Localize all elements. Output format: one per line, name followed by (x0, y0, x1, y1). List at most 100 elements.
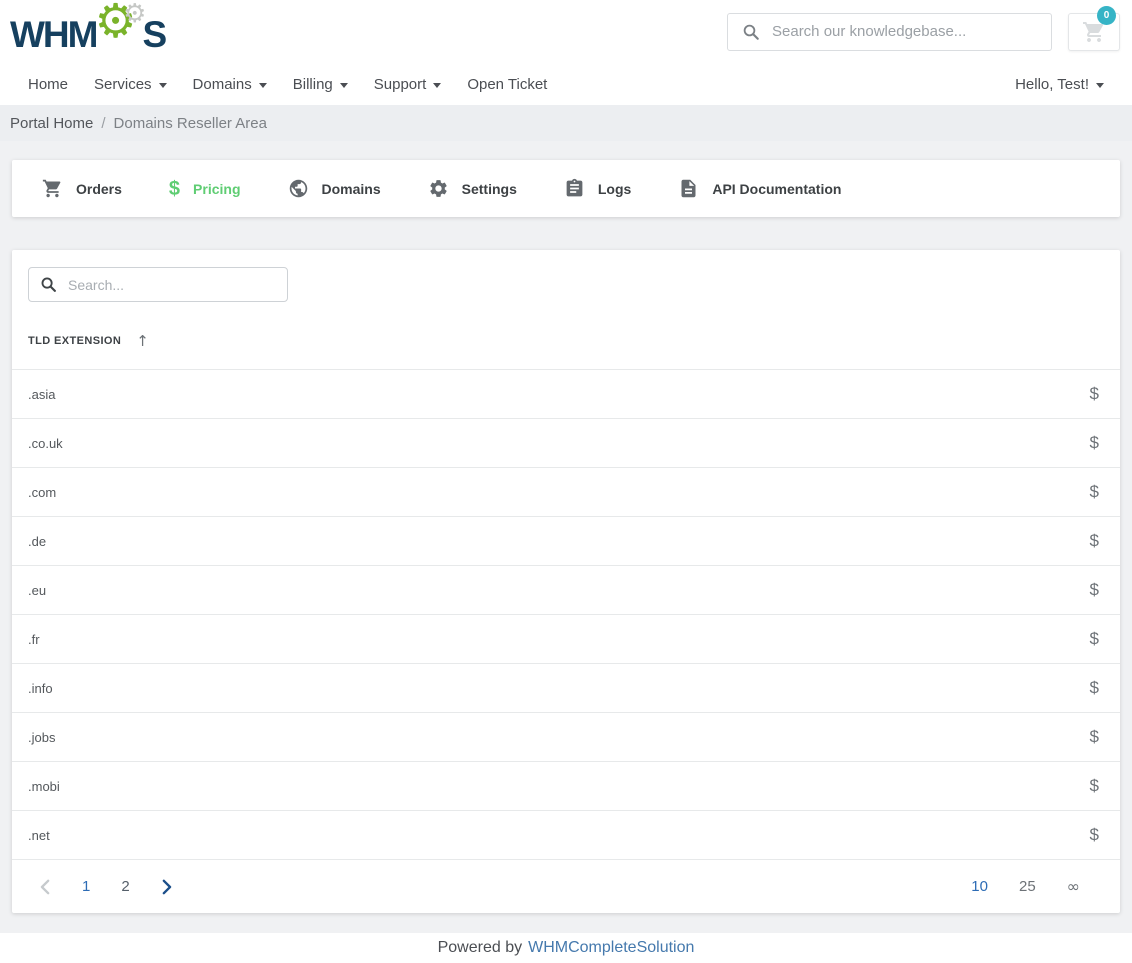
chevron-right-icon (162, 879, 171, 894)
table-row[interactable]: .info $ (12, 663, 1120, 712)
gray-gear-icon: ⚙ (123, 0, 147, 29)
dollar-icon[interactable]: $ (1090, 384, 1099, 404)
whmcs-logo[interactable]: WHM ⚙ ⚙ S (10, 0, 167, 61)
page-size-25[interactable]: 25 (1019, 878, 1036, 895)
nav-item-billing[interactable]: Billing (293, 76, 348, 93)
page-size-10[interactable]: 10 (971, 878, 988, 895)
tab-orders[interactable]: Orders (42, 178, 122, 199)
table-search-input[interactable] (68, 276, 276, 293)
tab-api-documentation[interactable]: API Documentation (678, 178, 841, 199)
dollar-icon[interactable]: $ (1090, 629, 1099, 649)
knowledgebase-search-input[interactable] (772, 23, 1037, 40)
table-row[interactable]: .net $ (12, 810, 1120, 859)
tld-label: .fr (28, 631, 40, 647)
module-tab-bar: Orders $ Pricing Domains Settings Logs A… (12, 160, 1120, 217)
table-row[interactable]: .mobi $ (12, 761, 1120, 810)
page-size-all[interactable]: ∞ (1067, 877, 1080, 896)
tld-label: .co.uk (28, 435, 63, 451)
document-icon (681, 179, 696, 198)
cart-button[interactable]: 0 (1068, 5, 1120, 51)
pagination-page-sizes: 10 25 ∞ (971, 877, 1080, 896)
chevron-down-icon (339, 82, 348, 88)
knowledgebase-search (727, 12, 1052, 51)
header-top: WHM ⚙ ⚙ S 0 (0, 0, 1132, 63)
tld-label: .asia (28, 386, 56, 402)
table-row[interactable]: .de $ (12, 516, 1120, 565)
tld-label: .info (28, 680, 53, 696)
dollar-icon[interactable]: $ (1090, 433, 1099, 453)
nav-item-services[interactable]: Services (94, 76, 167, 93)
tld-label: .net (28, 827, 50, 843)
column-header-tld-extension[interactable]: TLD EXTENSION ↑ (28, 332, 1104, 369)
column-header-label: TLD EXTENSION (28, 335, 122, 347)
cart-count-badge: 0 (1097, 5, 1116, 25)
header: WHM ⚙ ⚙ S 0 Home Services (0, 0, 1132, 105)
tld-label: .eu (28, 582, 47, 598)
nav-item-domains[interactable]: Domains (193, 76, 267, 93)
nav-item-open-ticket[interactable]: Open Ticket (467, 76, 547, 93)
pagination: 1 2 10 25 ∞ (12, 859, 1120, 913)
table-row[interactable]: .com $ (12, 467, 1120, 516)
search-icon (41, 277, 56, 292)
user-menu-label: Hello, Test! (1015, 75, 1089, 93)
dollar-icon[interactable]: $ (1090, 531, 1099, 551)
tab-label: Pricing (193, 180, 241, 197)
tab-label: Logs (597, 180, 632, 197)
tab-label: Domains (321, 180, 381, 197)
tab-label: API Documentation (712, 180, 842, 197)
tld-label: .jobs (28, 729, 56, 745)
tab-label: Orders (76, 180, 122, 197)
chevron-left-icon (40, 879, 50, 894)
dollar-icon[interactable]: $ (1090, 727, 1099, 747)
previous-page-button[interactable] (40, 879, 51, 895)
logo-text-prefix: WHM (10, 13, 98, 55)
footer-text: Powered by (437, 939, 523, 956)
table-row[interactable]: .eu $ (12, 565, 1120, 614)
dollar-icon[interactable]: $ (1090, 580, 1099, 600)
chevron-down-icon (258, 82, 267, 88)
nav-item-support[interactable]: Support (374, 76, 442, 93)
table-row[interactable]: .asia $ (12, 369, 1120, 418)
gear-icon (429, 180, 447, 197)
dollar-icon[interactable]: $ (1090, 825, 1099, 845)
pagination-pages: 1 2 (40, 878, 172, 895)
whmcompletesolution-link[interactable]: WHMCompleteSolution (528, 939, 694, 957)
table-row[interactable]: .co.uk $ (12, 418, 1120, 467)
tab-settings[interactable]: Settings (428, 178, 517, 199)
tld-label: .com (28, 484, 57, 500)
dollar-icon[interactable]: $ (1090, 776, 1099, 796)
tab-label: Settings (461, 180, 517, 197)
dollar-icon[interactable]: $ (1090, 678, 1099, 698)
footer: Powered by WHMCompleteSolution (0, 933, 1132, 963)
page-number-2[interactable]: 2 (121, 878, 129, 895)
globe-icon (289, 179, 307, 198)
chevron-down-icon (158, 82, 167, 88)
chevron-down-icon (433, 82, 442, 88)
tld-label: .mobi (28, 778, 60, 794)
dollar-icon: $ (168, 177, 181, 200)
sort-ascending-icon: ↑ (136, 332, 149, 350)
search-icon (743, 24, 759, 40)
next-page-button[interactable] (161, 879, 172, 895)
table-search (28, 267, 288, 302)
pricing-table-card: TLD EXTENSION ↑ .asia $ .co.uk $ .com $ … (12, 250, 1120, 913)
tab-pricing[interactable]: $ Pricing (169, 179, 241, 199)
breadcrumb-separator: / (101, 114, 106, 132)
logo-gears: ⚙ ⚙ (94, 0, 146, 61)
tab-domains[interactable]: Domains (288, 178, 381, 199)
breadcrumb: Portal Home / Domains Reseller Area (0, 105, 1132, 141)
table-row[interactable]: .fr $ (12, 614, 1120, 663)
tld-label: .de (28, 533, 47, 549)
breadcrumb-portal-home[interactable]: Portal Home (10, 115, 93, 132)
tab-logs[interactable]: Logs (564, 178, 631, 199)
dollar-icon[interactable]: $ (1090, 482, 1099, 502)
chevron-down-icon (1096, 82, 1104, 88)
page-number-1[interactable]: 1 (82, 878, 90, 895)
main-nav: Home Services Domains Billing Support Op… (0, 63, 1132, 105)
clipboard-icon (566, 178, 583, 197)
user-menu[interactable]: Hello, Test! (1015, 76, 1104, 93)
nav-item-home[interactable]: Home (28, 76, 68, 93)
cart-icon (42, 179, 61, 198)
table-row[interactable]: .jobs $ (12, 712, 1120, 761)
breadcrumb-current: Domains Reseller Area (113, 114, 267, 132)
